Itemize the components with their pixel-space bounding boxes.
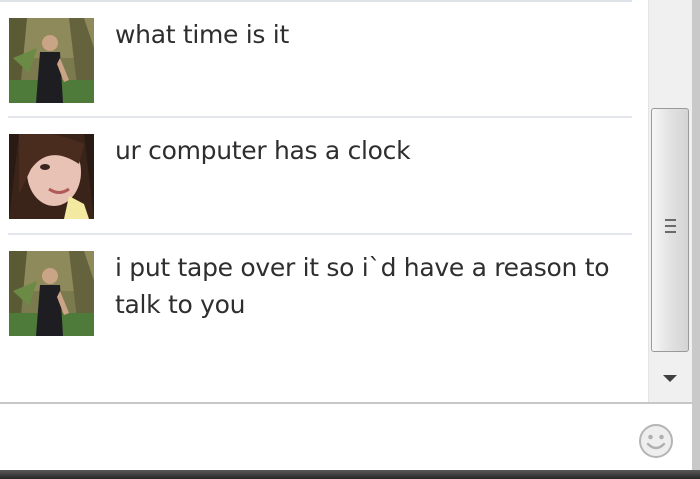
friend-avatar-icon[interactable]: [9, 251, 94, 336]
message-composer: [0, 402, 692, 470]
chat-message: i put tape over it so i`d have a reason …: [0, 235, 640, 395]
chat-window: what time is it ur computer has a clock: [0, 0, 700, 479]
chat-message: ur computer has a clock: [0, 118, 640, 235]
taskbar-strip: [0, 470, 700, 479]
scrollbar-thumb[interactable]: [651, 108, 689, 352]
message-list[interactable]: what time is it ur computer has a clock: [0, 0, 648, 402]
window-frame: [692, 0, 700, 479]
message-text: i put tape over it so i`d have a reason …: [115, 253, 610, 319]
self-avatar-icon[interactable]: [9, 134, 94, 219]
smiley-icon[interactable]: [637, 422, 675, 460]
grip-icon: [665, 219, 676, 235]
chat-message: what time is it: [0, 2, 640, 119]
message-text: what time is it: [115, 20, 289, 49]
message-text: ur computer has a clock: [115, 136, 411, 165]
vertical-scrollbar[interactable]: [648, 0, 692, 402]
message-input[interactable]: [8, 412, 608, 462]
scroll-down-arrow-icon[interactable]: [649, 356, 693, 400]
friend-avatar-icon[interactable]: [9, 18, 94, 103]
